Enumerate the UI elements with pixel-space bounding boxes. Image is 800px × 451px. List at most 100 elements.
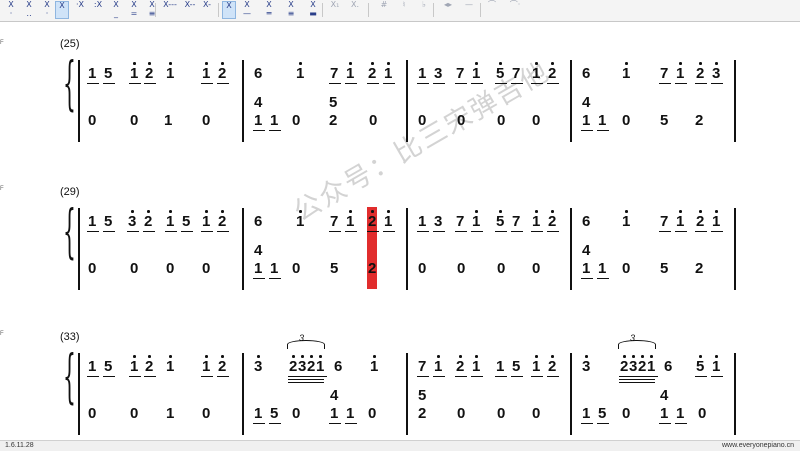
tb-note-x-button[interactable]: X	[55, 1, 69, 19]
barline	[734, 208, 736, 290]
tb-mark: —	[243, 9, 251, 18]
note-digit: 0	[698, 405, 707, 422]
tb-dash-1-button[interactable]: X-	[200, 1, 214, 19]
tb-underline-2-button[interactable]: X =	[127, 1, 141, 19]
tb-natural-button[interactable]: ♮	[397, 1, 411, 19]
system-brace: {	[63, 197, 76, 265]
note-underline	[87, 376, 99, 378]
note-digit: 0	[457, 260, 466, 277]
tb-underline-1-button[interactable]: X _	[109, 1, 123, 19]
tb-bar-2-button[interactable]: X ═	[262, 1, 276, 19]
note-underline	[269, 130, 281, 132]
tb-glyph: —	[465, 0, 473, 9]
note-digit: 0	[622, 112, 631, 129]
tuplet-underline	[288, 382, 324, 384]
note-digit: 7	[456, 65, 465, 82]
tb-upper-dot-1-button[interactable]: X ·	[4, 1, 18, 19]
note-underline	[433, 83, 445, 85]
note-digit: 6	[582, 65, 591, 82]
note-digit: 0	[130, 112, 139, 129]
note-digit: 0	[497, 260, 506, 277]
octave-dot-high	[535, 62, 538, 65]
note-digit: 5	[512, 358, 521, 375]
tb-tie-button[interactable]: ⌒·	[508, 1, 522, 19]
note-digit: 0	[457, 112, 466, 129]
tb-sub-button[interactable]: X₁	[328, 1, 342, 19]
note-underline	[129, 376, 141, 378]
tuplet-underline	[619, 382, 655, 384]
tb-mark: ·	[9, 9, 13, 18]
barline	[570, 208, 572, 290]
tb-note-x-2-button[interactable]: X	[222, 1, 236, 19]
tb-mark	[485, 10, 499, 19]
note-digit: 1	[472, 358, 481, 375]
tb-sharp-button[interactable]: #	[377, 1, 391, 19]
note-digit: 1	[202, 213, 211, 230]
note-digit: 0	[292, 260, 301, 277]
note-digit: 0	[202, 112, 211, 129]
note-digit: 2	[368, 213, 377, 230]
note-digit: 5	[696, 358, 705, 375]
note-underline	[531, 231, 543, 233]
note-underline	[87, 231, 99, 233]
octave-dot-high	[475, 62, 478, 65]
note-underline	[433, 231, 445, 233]
note-underline	[597, 130, 609, 132]
tb-lower-dot-button[interactable]: X ·	[40, 1, 54, 19]
tb-line-button[interactable]: —	[462, 1, 476, 19]
tb-high-dot-2-button[interactable]: :X	[91, 1, 105, 19]
octave-dot-high	[371, 210, 374, 213]
tb-underline-3-button[interactable]: X ≡	[145, 1, 159, 19]
note-digit: 1	[254, 112, 263, 129]
note-digit: 0	[202, 405, 211, 422]
note-digit: 2	[695, 112, 704, 129]
octave-dot-high	[625, 62, 628, 65]
note-underline	[455, 376, 467, 378]
note-underline	[675, 83, 687, 85]
tb-glyph: ◂▸	[443, 0, 453, 9]
note-underline	[659, 231, 671, 233]
tb-slur-button[interactable]: ⌒	[485, 1, 499, 19]
note-digit: 0	[166, 260, 175, 277]
tb-bar-3-button[interactable]: X ≡	[284, 1, 298, 19]
note-digit: 5	[270, 405, 279, 422]
tb-mark	[181, 10, 199, 19]
note-digit: 6	[254, 65, 263, 82]
note-digit: 0	[418, 260, 427, 277]
note-digit: 0	[88, 112, 97, 129]
note-digit: 7	[660, 213, 669, 230]
tb-sub-2-button[interactable]: X.	[348, 1, 362, 19]
tb-bar-4-button[interactable]: X ▬	[306, 1, 320, 19]
tb-flat-button[interactable]: ♭	[417, 1, 431, 19]
note-underline	[417, 83, 429, 85]
barline	[242, 353, 244, 435]
octave-dot-high	[147, 210, 150, 213]
tb-high-dot-1-button[interactable]: ·X	[73, 1, 87, 19]
octave-dot-high	[131, 210, 134, 213]
tb-upper-dot-2-button[interactable]: X ‥	[22, 1, 36, 19]
tb-bar-1-button[interactable]: X —	[240, 1, 254, 19]
note-digit: 1	[598, 260, 607, 277]
note-underline	[675, 231, 687, 233]
octave-dot-high	[475, 355, 478, 358]
tb-cresc-button[interactable]: ◂▸	[441, 1, 455, 19]
note-digit: 2	[548, 65, 557, 82]
tb-dash-3-button[interactable]: X---	[161, 1, 179, 19]
octave-dot-high	[475, 210, 478, 213]
note-digit: 5	[660, 260, 669, 277]
note-digit: 2	[144, 213, 153, 230]
note-digit: 1	[346, 405, 355, 422]
note-underline	[511, 83, 523, 85]
note-digit: 2	[696, 65, 705, 82]
note-digit: 6	[334, 358, 343, 375]
note-underline	[711, 83, 723, 85]
note-digit: 1	[254, 405, 263, 422]
note-digit: 0	[202, 260, 211, 277]
octave-dot-high	[205, 355, 208, 358]
chord-upper-digit: 4	[254, 242, 263, 259]
octave-dot-high	[221, 62, 224, 65]
note-digit: 1	[582, 112, 591, 129]
octave-dot-high	[535, 210, 538, 213]
chord-upper-digit: 4	[254, 94, 263, 111]
tb-dash-2-button[interactable]: X--	[181, 1, 199, 19]
